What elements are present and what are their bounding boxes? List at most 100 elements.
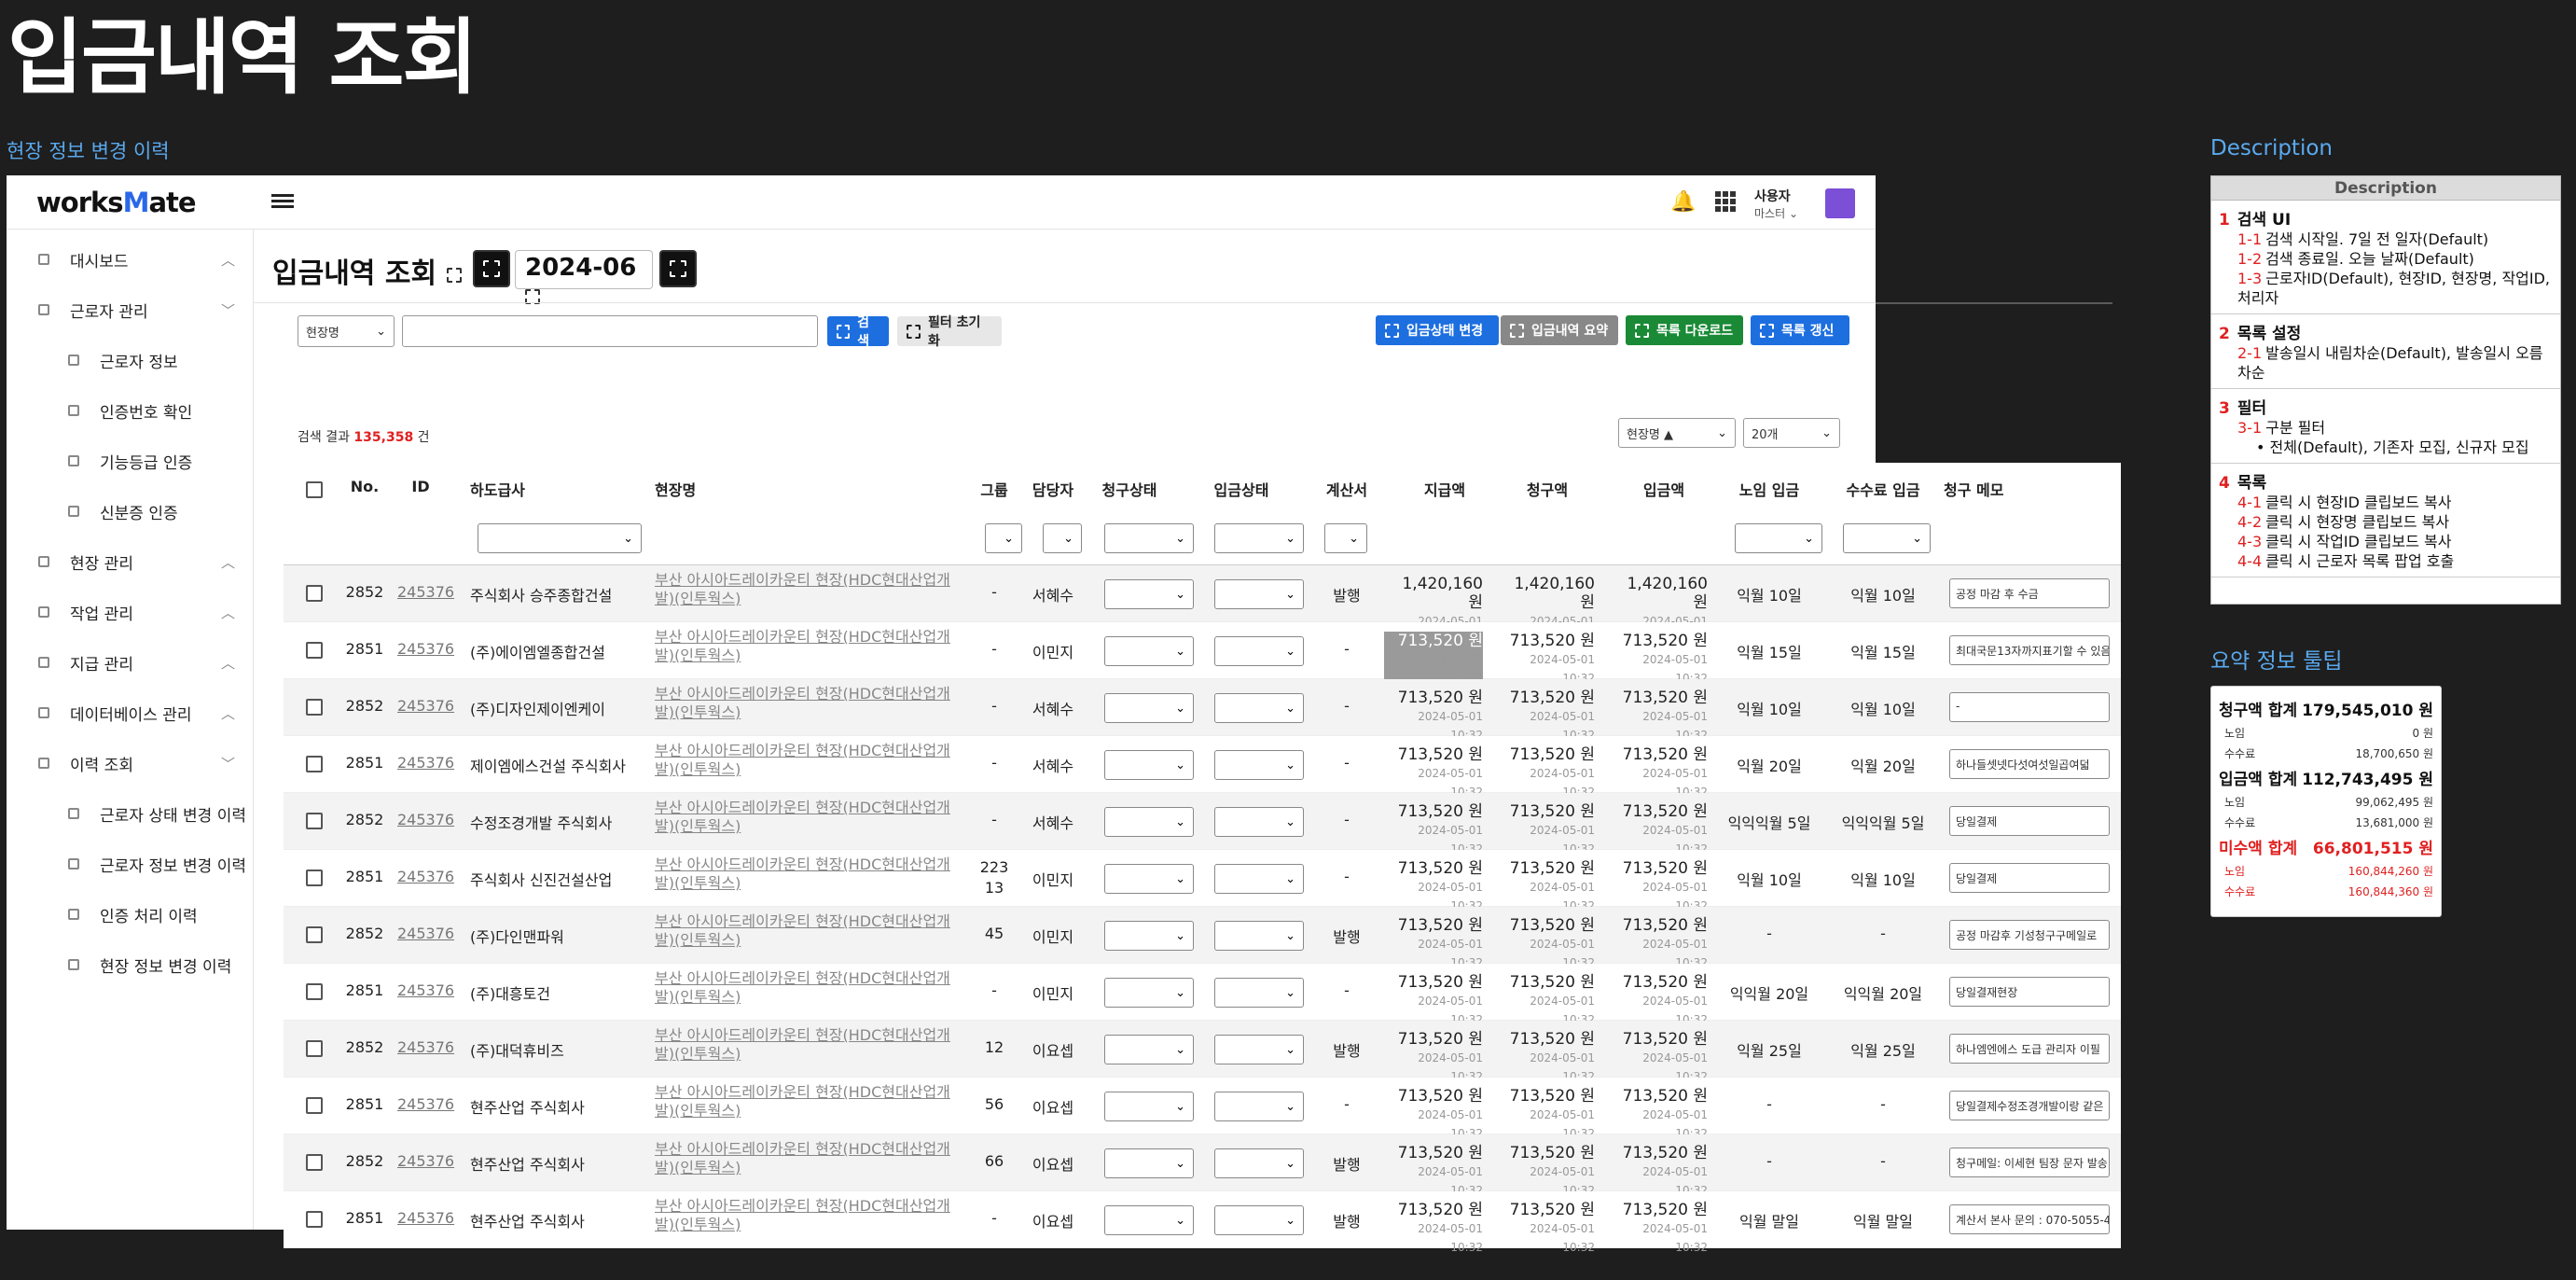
memo-input[interactable]: - bbox=[1949, 692, 2110, 722]
deposit-status-select[interactable]: ⌄ bbox=[1214, 1148, 1304, 1178]
memo-input[interactable]: 당일결제 bbox=[1949, 863, 2110, 893]
sidebar-item[interactable]: 인증 처리 이력 bbox=[7, 889, 254, 939]
site-name-link[interactable]: 부산 아시아드레이카운티 현장(HDC현대산업개발)(인투웍스) bbox=[655, 571, 963, 608]
site-name-link[interactable]: 부산 아시아드레이카운티 현장(HDC현대산업개발)(인투웍스) bbox=[655, 685, 963, 722]
apps-grid-icon[interactable] bbox=[1715, 191, 1736, 212]
site-name-link[interactable]: 부산 아시아드레이카운티 현장(HDC현대산업개발)(인투웍스) bbox=[655, 1140, 963, 1177]
reset-filter-button[interactable]: 필터 초기화 bbox=[897, 315, 1002, 349]
search-button[interactable]: 검색 bbox=[827, 315, 889, 349]
row-id-link[interactable]: 245376 bbox=[397, 583, 454, 601]
memo-input[interactable]: 하나엠엔에스 도급 관리자 이필 bbox=[1949, 1034, 2110, 1064]
table-row[interactable]: 2852 245376 (주)대덕휴비즈 부산 아시아드레이카운티 현장(HDC현대산… bbox=[284, 1021, 2121, 1083]
table-row[interactable]: 2851 245376 현주산업 주식회사 부산 아시아드레이카운티 현장(HDC현대… bbox=[284, 1078, 2121, 1140]
sidebar-item[interactable]: 근로자 정보 bbox=[7, 335, 254, 385]
row-id-link[interactable]: 245376 bbox=[397, 925, 454, 942]
row-id-link[interactable]: 245376 bbox=[397, 868, 454, 885]
deposit-status-select[interactable]: ⌄ bbox=[1214, 1205, 1304, 1235]
sidebar-item[interactable]: 근로자 상태 변경 이력 bbox=[7, 788, 254, 839]
row-id-link[interactable]: 245376 bbox=[397, 754, 454, 772]
memo-input[interactable]: 계산서 본사 문의 : 070-5055-4 bbox=[1949, 1204, 2110, 1234]
sidebar-item[interactable]: 현장 관리 ︿ bbox=[7, 536, 254, 587]
deposit-status-select[interactable]: ⌄ bbox=[1214, 864, 1304, 894]
request-status-select[interactable]: ⌄ bbox=[1104, 1092, 1194, 1121]
memo-input[interactable]: 하나들셋넷다섯여섯일곱여덟 bbox=[1949, 749, 2110, 779]
column-header[interactable]: 청구 메모 bbox=[1944, 478, 2028, 500]
column-filter-select[interactable]: ⌄ bbox=[1843, 523, 1931, 553]
row-id-link[interactable]: 245376 bbox=[397, 1095, 454, 1113]
row-id-link[interactable]: 245376 bbox=[397, 1152, 454, 1170]
column-filter-select[interactable]: ⌄ bbox=[1104, 523, 1194, 553]
user-name[interactable]: 사용자 bbox=[1754, 187, 1791, 205]
sort-select[interactable]: 현장명 ▲ ⌄ bbox=[1618, 418, 1736, 448]
table-row[interactable]: 2852 245376 수정조경개발 주식회사 부산 아시아드레이카운티 현장(HDC… bbox=[284, 793, 2121, 856]
deposit-status-select[interactable]: ⌄ bbox=[1214, 579, 1304, 609]
logo[interactable]: worksMate bbox=[36, 187, 197, 218]
row-id-link[interactable]: 245376 bbox=[397, 640, 454, 658]
sidebar-item[interactable]: 기능등급 인증 bbox=[7, 436, 254, 486]
row-checkbox[interactable] bbox=[306, 926, 323, 943]
request-status-select[interactable]: ⌄ bbox=[1104, 1035, 1194, 1064]
row-checkbox[interactable] bbox=[306, 983, 323, 1000]
table-row[interactable]: 2852 245376 주식회사 승주종합건설 부산 아시아드레이카운티 현장(HDC… bbox=[284, 565, 2121, 647]
column-filter-select[interactable]: ⌄ bbox=[1214, 523, 1304, 553]
search-input[interactable] bbox=[402, 315, 818, 347]
search-type-select[interactable]: 현장명 ⌄ bbox=[298, 315, 395, 347]
row-checkbox[interactable] bbox=[306, 756, 323, 772]
column-header[interactable]: 지급액 bbox=[1403, 478, 1487, 500]
table-row[interactable]: 2851 245376 주식회사 신진건설산업 부산 아시아드레이카운티 현장(HDC… bbox=[284, 850, 2121, 912]
row-checkbox[interactable] bbox=[306, 813, 323, 829]
table-row[interactable]: 2852 245376 (주)다인맨파워 부산 아시아드레이카운티 현장(HDC현대산… bbox=[284, 907, 2121, 969]
row-checkbox[interactable] bbox=[306, 585, 323, 602]
site-name-link[interactable]: 부산 아시아드레이카운티 현장(HDC현대산업개발)(인투웍스) bbox=[655, 912, 963, 950]
memo-input[interactable]: 당일결재현장 bbox=[1949, 977, 2110, 1007]
column-header[interactable]: 청구상태 bbox=[1087, 478, 1171, 500]
site-name-link[interactable]: 부산 아시아드레이카운티 현장(HDC현대산업개발)(인투웍스) bbox=[655, 1026, 963, 1064]
table-row[interactable]: 2851 245376 현주산업 주식회사 부산 아시아드레이카운티 현장(HDC현대… bbox=[284, 1191, 2121, 1254]
site-name-link[interactable]: 부산 아시아드레이카운티 현장(HDC현대산업개발)(인투웍스) bbox=[655, 628, 963, 665]
site-name-link[interactable]: 부산 아시아드레이카운티 현장(HDC현대산업개발)(인투웍스) bbox=[655, 856, 963, 893]
page-size-select[interactable]: 20개 ⌄ bbox=[1743, 418, 1840, 448]
column-header[interactable]: 그룹 bbox=[976, 478, 1013, 500]
row-checkbox[interactable] bbox=[306, 1154, 323, 1171]
deposit-status-select[interactable]: ⌄ bbox=[1214, 921, 1304, 951]
row-checkbox[interactable] bbox=[306, 1211, 323, 1228]
row-checkbox[interactable] bbox=[306, 699, 323, 716]
sidebar-item[interactable]: 인증번호 확인 bbox=[7, 385, 254, 436]
column-header[interactable]: 입금상태 bbox=[1199, 478, 1283, 500]
column-header[interactable]: 수수료 입금 bbox=[1838, 478, 1928, 500]
sidebar-item[interactable]: 신분증 인증 bbox=[7, 486, 254, 536]
request-status-select[interactable]: ⌄ bbox=[1104, 1148, 1194, 1178]
request-status-select[interactable]: ⌄ bbox=[1104, 978, 1194, 1008]
row-checkbox[interactable] bbox=[306, 642, 323, 659]
memo-input[interactable]: 당일결제수정조경개발이랑 같은 bbox=[1949, 1091, 2110, 1120]
deposit-status-select[interactable]: ⌄ bbox=[1214, 693, 1304, 723]
memo-input[interactable]: 최대국문13자까지표기할 수 있음 bbox=[1949, 635, 2110, 665]
memo-input[interactable]: 청구메일: 이세현 팀장 문자 발송 bbox=[1949, 1148, 2110, 1177]
request-status-select[interactable]: ⌄ bbox=[1104, 807, 1194, 837]
download-button[interactable]: 목록 다운로드 bbox=[1626, 315, 1743, 345]
row-id-link[interactable]: 245376 bbox=[397, 697, 454, 715]
column-header[interactable]: 청구액 bbox=[1510, 478, 1585, 500]
select-all-checkbox[interactable] bbox=[306, 481, 323, 498]
table-row[interactable]: 2852 245376 현주산업 주식회사 부산 아시아드레이카운티 현장(HDC현대… bbox=[284, 1134, 2121, 1197]
sidebar-item[interactable]: 근로자 정보 변경 이력 bbox=[7, 839, 254, 889]
sidebar-item[interactable]: 데이터베이스 관리 ︿ bbox=[7, 688, 254, 738]
sidebar-item[interactable]: 지급 관리 ︿ bbox=[7, 637, 254, 688]
request-status-select[interactable]: ⌄ bbox=[1104, 636, 1194, 666]
table-row[interactable]: 2852 245376 (주)디자인제이엔케이 부산 아시아드레이카운티 현장(HDC… bbox=[284, 679, 2121, 742]
column-header[interactable]: 현장명 bbox=[655, 478, 748, 500]
menu-icon[interactable] bbox=[271, 191, 294, 214]
column-filter-select[interactable]: ⌄ bbox=[478, 523, 642, 553]
request-status-select[interactable]: ⌄ bbox=[1104, 693, 1194, 723]
table-row[interactable]: 2851 245376 (주)대흥토건 부산 아시아드레이카운티 현장(HDC현대산업… bbox=[284, 964, 2121, 1026]
summary-button[interactable]: 입금내역 요약 bbox=[1501, 315, 1618, 345]
deposit-status-select[interactable]: ⌄ bbox=[1214, 807, 1304, 837]
sidebar-item[interactable]: 현장 정보 변경 이력 bbox=[7, 939, 254, 990]
deposit-status-select[interactable]: ⌄ bbox=[1214, 1035, 1304, 1064]
request-status-select[interactable]: ⌄ bbox=[1104, 750, 1194, 780]
row-checkbox[interactable] bbox=[306, 1097, 323, 1114]
month-picker[interactable]: 2024-06 bbox=[515, 250, 653, 304]
refresh-button[interactable]: 목록 갱신 bbox=[1751, 315, 1849, 345]
row-id-link[interactable]: 245376 bbox=[397, 811, 454, 828]
deposit-status-select[interactable]: ⌄ bbox=[1214, 978, 1304, 1008]
